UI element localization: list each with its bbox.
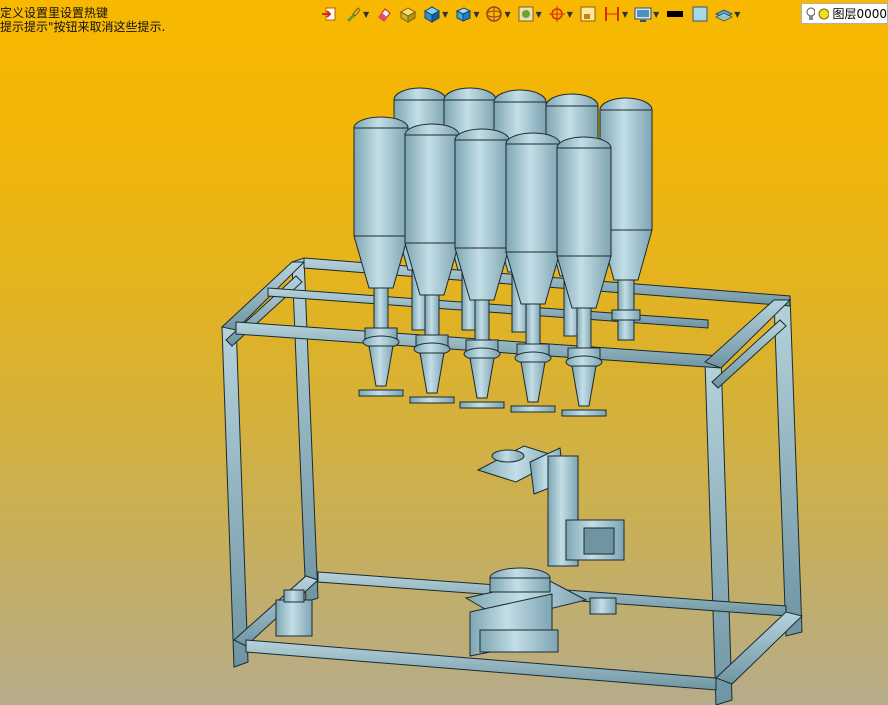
view-toolbar: ▼ ▼ ▼ ▼ ▼ ▼ ▼ ▼ ▼ [318, 2, 742, 26]
eraser-button[interactable] [373, 3, 395, 25]
cube-view-icon [456, 7, 472, 22]
chevron-down-icon: ▼ [504, 9, 511, 19]
sphere-orient-icon [486, 6, 503, 22]
box-solid-button[interactable] [397, 3, 419, 25]
chevron-down-icon: ▼ [653, 9, 660, 19]
exit-sketch-icon [322, 7, 336, 21]
paint-brush-button[interactable]: ▼ [342, 3, 371, 25]
layer-stack-button[interactable]: ▼ [713, 3, 742, 25]
frame-icon [580, 6, 596, 22]
layer-selector[interactable]: 图层0000 [801, 3, 888, 24]
sphere-orient-button[interactable]: ▼ [483, 3, 512, 25]
cube-view-button[interactable]: ▼ [452, 3, 481, 25]
line-color-icon [667, 11, 684, 17]
chevron-down-icon: ▼ [442, 9, 449, 19]
frame-button[interactable] [577, 3, 599, 25]
dimension-button[interactable]: ▼ [601, 3, 630, 25]
fill-color-button[interactable] [689, 3, 711, 25]
chevron-down-icon: ▼ [535, 9, 542, 19]
target-crosshair-button[interactable]: ▼ [546, 3, 575, 25]
dispenser-bottles-front-row [353, 116, 612, 417]
render-mode-icon [518, 6, 534, 22]
lift-mechanism [275, 445, 625, 657]
cube-shaded-icon [424, 6, 441, 23]
paint-brush-icon [347, 7, 361, 22]
chevron-down-icon: ▼ [473, 9, 480, 19]
hotkey-hint: 定义设置里设置热键 提示提示"按钮来取消这些提示. [0, 6, 165, 34]
layer-name: 图层0000 [832, 7, 887, 21]
cad-viewport[interactable] [0, 0, 888, 705]
chevron-down-icon: ▼ [363, 9, 370, 19]
chevron-down-icon: ▼ [566, 9, 573, 19]
display-settings-button[interactable]: ▼ [632, 3, 661, 25]
cube-shaded-button[interactable]: ▼ [421, 3, 450, 25]
chevron-down-icon: ▼ [621, 9, 629, 19]
hint-line-1: 定义设置里设置热键 [0, 6, 109, 20]
display-settings-icon [634, 7, 652, 22]
hint-line-2: 提示提示"按钮来取消这些提示. [0, 20, 166, 34]
box-solid-icon [400, 7, 417, 23]
dimension-icon [604, 7, 619, 21]
lightbulb-icon [806, 7, 816, 20]
layer-stack-icon [715, 9, 734, 22]
eraser-icon [378, 8, 391, 22]
render-mode-button[interactable]: ▼ [515, 3, 544, 25]
layer-visibility-icon [818, 8, 830, 19]
line-color-button[interactable] [663, 3, 687, 25]
exit-sketch-button[interactable] [318, 3, 340, 25]
fill-color-icon [692, 6, 708, 22]
target-crosshair-icon [548, 6, 565, 22]
chevron-down-icon: ▼ [734, 9, 741, 19]
